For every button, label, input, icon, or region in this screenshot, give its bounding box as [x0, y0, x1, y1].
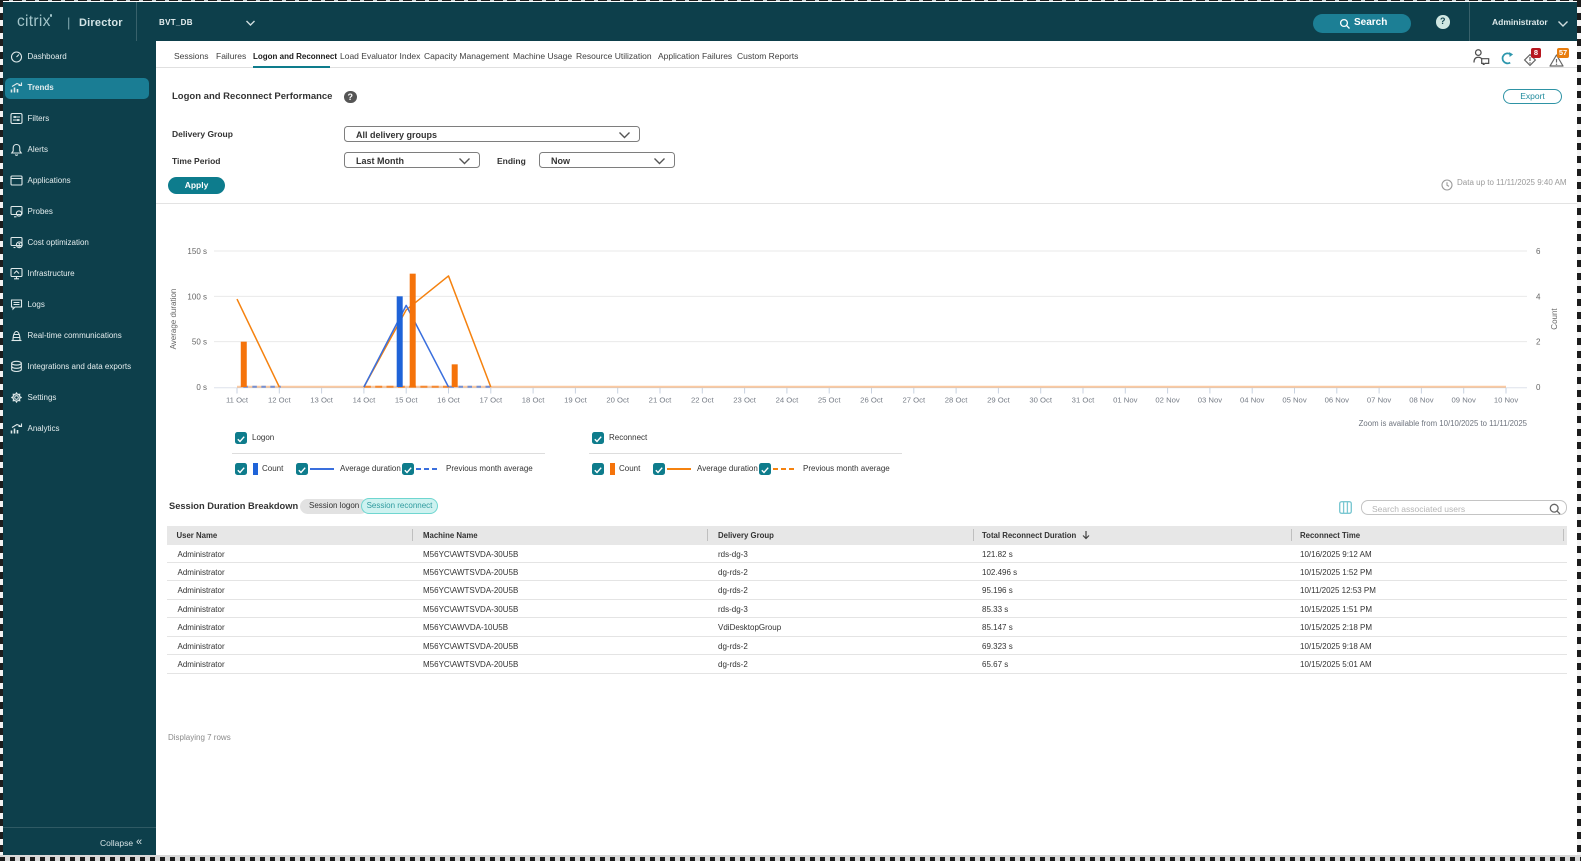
svg-text:09 Nov: 09 Nov — [1452, 396, 1477, 405]
svg-text:150 s: 150 s — [187, 247, 207, 256]
svg-text:27 Oct: 27 Oct — [902, 396, 926, 405]
svg-text:17 Oct: 17 Oct — [479, 396, 503, 405]
svg-text:Count: Count — [1550, 308, 1559, 330]
svg-text:26 Oct: 26 Oct — [860, 396, 884, 405]
svg-text:10 Nov: 10 Nov — [1494, 396, 1519, 405]
svg-text:31 Oct: 31 Oct — [1072, 396, 1096, 405]
svg-text:18 Oct: 18 Oct — [522, 396, 546, 405]
svg-text:0: 0 — [1536, 383, 1541, 392]
svg-text:22 Oct: 22 Oct — [691, 396, 715, 405]
svg-text:16 Oct: 16 Oct — [437, 396, 461, 405]
svg-text:05 Nov: 05 Nov — [1282, 396, 1307, 405]
svg-text:30 Oct: 30 Oct — [1029, 396, 1053, 405]
svg-text:23 Oct: 23 Oct — [733, 396, 757, 405]
svg-text:07 Nov: 07 Nov — [1367, 396, 1392, 405]
svg-text:0 s: 0 s — [196, 383, 207, 392]
svg-text:6: 6 — [1536, 247, 1541, 256]
svg-text:24 Oct: 24 Oct — [776, 396, 800, 405]
svg-text:14 Oct: 14 Oct — [353, 396, 377, 405]
svg-text:2: 2 — [1536, 338, 1541, 347]
svg-text:11 Oct: 11 Oct — [226, 396, 249, 405]
svg-text:28 Oct: 28 Oct — [945, 396, 969, 405]
svg-text:19 Oct: 19 Oct — [564, 396, 588, 405]
svg-text:Average duration: Average duration — [169, 289, 178, 350]
svg-text:100 s: 100 s — [187, 292, 207, 301]
svg-text:25 Oct: 25 Oct — [818, 396, 842, 405]
svg-text:13 Oct: 13 Oct — [310, 396, 334, 405]
svg-text:29 Oct: 29 Oct — [987, 396, 1011, 405]
svg-text:02 Nov: 02 Nov — [1155, 396, 1180, 405]
svg-text:21 Oct: 21 Oct — [649, 396, 673, 405]
svg-text:4: 4 — [1536, 292, 1541, 301]
svg-text:03 Nov: 03 Nov — [1198, 396, 1223, 405]
svg-text:12 Oct: 12 Oct — [268, 396, 292, 405]
svg-text:08 Nov: 08 Nov — [1409, 396, 1434, 405]
svg-text:20 Oct: 20 Oct — [606, 396, 630, 405]
svg-text:15 Oct: 15 Oct — [395, 396, 419, 405]
svg-text:50 s: 50 s — [192, 338, 207, 347]
svg-text:04 Nov: 04 Nov — [1240, 396, 1265, 405]
svg-text:06 Nov: 06 Nov — [1325, 396, 1350, 405]
svg-text:01 Nov: 01 Nov — [1113, 396, 1138, 405]
